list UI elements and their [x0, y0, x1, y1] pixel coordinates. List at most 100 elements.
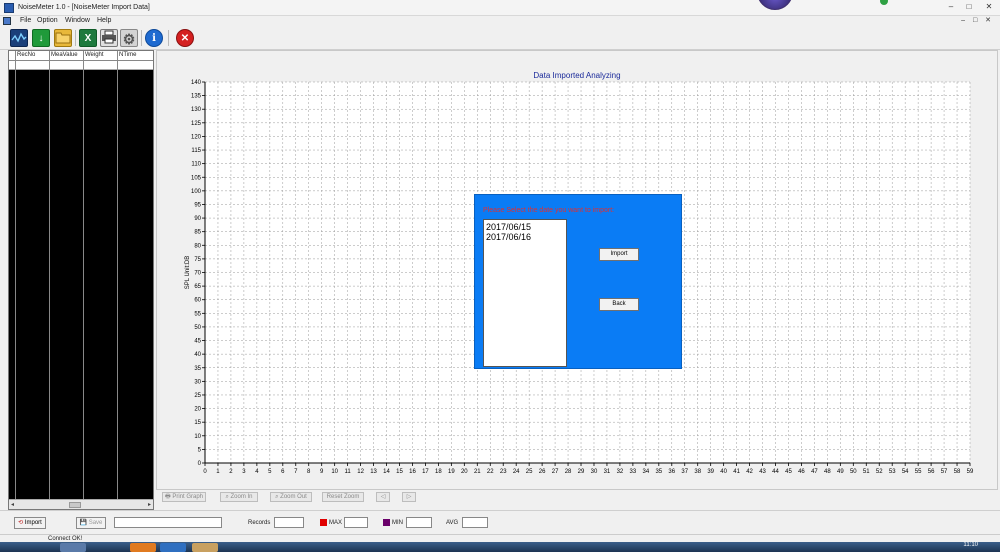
date-listbox[interactable]: 2017/06/15 2017/06/16 [483, 219, 567, 367]
x-tick-label: 18 [435, 469, 442, 475]
x-tick-label: 36 [668, 469, 675, 475]
download-icon[interactable]: ↓ [32, 29, 50, 47]
column-ntime[interactable]: NTime [119, 52, 136, 58]
column-meavalue[interactable]: MeaValue [51, 52, 78, 58]
x-tick-label: 42 [746, 469, 753, 475]
next-page-button[interactable]: ▷ [402, 492, 416, 502]
x-tick-label: 40 [720, 469, 727, 475]
y-tick-label: 115 [191, 148, 201, 154]
menu-option[interactable]: Option [37, 17, 58, 24]
list-item[interactable]: 2017/06/16 [485, 232, 565, 242]
y-tick-label: 60 [194, 298, 201, 304]
toolbar-separator [75, 30, 76, 46]
title-bar: NoiseMeter 1.0 - [NoiseMeter Import Data… [0, 0, 1000, 16]
minimize-button[interactable]: – [944, 1, 958, 13]
file-path-field[interactable] [114, 517, 222, 528]
import-prompt: Please Select the date you want to impor… [483, 207, 615, 214]
x-tick-label: 0 [203, 469, 207, 475]
y-axis-label: SPL Unit:DB [185, 256, 191, 289]
x-tick-label: 55 [915, 469, 922, 475]
settings-gear-icon[interactable]: ⚙ [120, 29, 138, 47]
chart-toolbar: 🖶 Print Graph ⌕ Zoom In ⌕ Zoom Out Reset… [156, 490, 998, 504]
y-tick-label: 40 [194, 352, 201, 358]
toolbar-separator [141, 30, 142, 46]
x-tick-label: 54 [902, 469, 909, 475]
status-dot-icon [880, 0, 888, 5]
x-tick-label: 2 [229, 469, 233, 475]
x-tick-label: 32 [617, 469, 624, 475]
column-divider [117, 51, 118, 501]
column-divider [49, 51, 50, 501]
window-title: NoiseMeter 1.0 - [NoiseMeter Import Data… [18, 4, 150, 11]
max-label: MAX [329, 520, 343, 526]
mdi-document-icon[interactable] [3, 17, 11, 25]
x-tick-label: 50 [850, 469, 857, 475]
y-tick-label: 105 [191, 175, 202, 181]
horizontal-scrollbar[interactable]: ◂ ▸ [9, 499, 153, 509]
mdi-window-controls[interactable]: – □ ✕ [961, 16, 994, 24]
x-tick-label: 13 [370, 469, 377, 475]
scroll-left-icon[interactable]: ◂ [11, 501, 14, 508]
chart-title: Data Imported Analyzing [533, 71, 620, 80]
toolbar-separator [168, 30, 169, 46]
x-tick-label: 46 [798, 469, 805, 475]
excel-icon[interactable]: X [79, 29, 97, 47]
menu-window[interactable]: Window [65, 17, 90, 24]
max-color-swatch [320, 519, 327, 526]
open-folder-icon[interactable] [54, 29, 72, 47]
x-tick-label: 52 [876, 469, 883, 475]
x-tick-label: 30 [591, 469, 598, 475]
close-button[interactable]: ✕ [982, 1, 996, 13]
zoom-out-button[interactable]: ⌕ Zoom Out [270, 492, 312, 502]
save-button-label: Save [88, 520, 103, 526]
y-tick-label: 55 [194, 311, 201, 317]
info-icon[interactable]: i [145, 29, 163, 47]
maximize-button[interactable]: □ [962, 1, 976, 13]
column-recno[interactable]: RecNo [17, 52, 35, 58]
min-color-swatch [383, 519, 390, 526]
x-tick-label: 31 [604, 469, 611, 475]
y-tick-label: 125 [191, 121, 202, 127]
menu-file[interactable]: File [20, 17, 31, 24]
y-tick-label: 10 [194, 434, 201, 440]
table-row[interactable] [9, 61, 153, 70]
prev-page-button[interactable]: ◁ [376, 492, 390, 502]
records-label: Records [248, 520, 271, 526]
y-tick-label: 45 [194, 339, 201, 345]
dialog-import-button[interactable]: Import [599, 248, 639, 261]
y-tick-label: 50 [194, 325, 201, 331]
save-button[interactable]: 💾 Save [76, 517, 106, 529]
y-tick-label: 70 [194, 271, 201, 277]
y-tick-label: 65 [194, 284, 201, 290]
column-weight[interactable]: Weight [85, 52, 104, 58]
reset-zoom-button[interactable]: Reset Zoom [322, 492, 364, 502]
x-tick-label: 41 [733, 469, 740, 475]
x-tick-label: 11 [345, 469, 352, 475]
exit-icon[interactable]: ✕ [176, 29, 194, 47]
status-bar: Connect OK! [0, 534, 1000, 542]
list-item[interactable]: 2017/06/15 [485, 222, 565, 232]
scroll-right-icon[interactable]: ▸ [148, 501, 151, 508]
records-table[interactable]: RecNo MeaValue Weight NTime ◂ ▸ [8, 50, 154, 510]
scroll-thumb[interactable] [69, 502, 81, 508]
x-tick-label: 34 [643, 469, 650, 475]
taskbar-app-icon[interactable] [192, 543, 218, 552]
taskbar-app-icon[interactable] [160, 543, 186, 552]
import-button[interactable]: ⟲ Import [14, 517, 46, 529]
column-divider [83, 51, 84, 501]
taskbar-app-icon[interactable] [130, 543, 156, 552]
y-tick-label: 75 [194, 257, 201, 263]
taskbar-app-icon[interactable] [60, 543, 86, 552]
taskbar-clock: 11:10 [963, 542, 978, 548]
dialog-back-button[interactable]: Back [599, 298, 639, 311]
x-tick-label: 58 [954, 469, 961, 475]
y-tick-label: 90 [194, 216, 201, 222]
print-icon[interactable] [100, 29, 118, 47]
x-tick-label: 28 [565, 469, 572, 475]
print-graph-button[interactable]: 🖶 Print Graph [162, 492, 206, 502]
zoom-in-button[interactable]: ⌕ Zoom In [220, 492, 258, 502]
monitor-icon[interactable] [10, 29, 28, 47]
menu-help[interactable]: Help [97, 17, 111, 24]
zoom-in-label: Zoom In [230, 494, 253, 500]
main-toolbar: ↓ X ⚙ i ✕ [0, 26, 1000, 50]
